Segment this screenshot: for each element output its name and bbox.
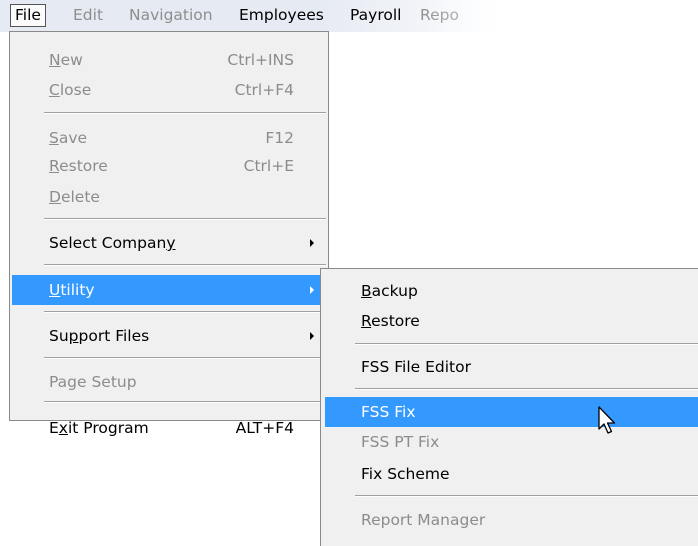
menubar-reports[interactable]: Repo xyxy=(420,5,459,26)
menu-item-report-manager: Report Manager xyxy=(361,511,486,529)
menu-item-delete: Delete xyxy=(49,188,100,206)
menu-separator xyxy=(355,495,698,497)
menu-item-page-setup: Page Setup xyxy=(49,373,137,391)
menu-separator xyxy=(44,311,326,313)
shortcut-save: F12 xyxy=(265,129,294,147)
menu-item-fss-pt-fix: FSS PT Fix xyxy=(361,433,440,451)
mouse-pointer-icon xyxy=(598,406,616,434)
file-menu: New Ctrl+INS Close Ctrl+F4 Save F12 Rest… xyxy=(9,31,329,437)
menu-separator xyxy=(44,264,326,266)
shortcut-restore: Ctrl+E xyxy=(243,157,294,175)
menubar-edit[interactable]: Edit xyxy=(73,5,103,26)
menu-separator xyxy=(44,357,326,359)
menu-item-fss-fix[interactable]: FSS Fix xyxy=(325,397,698,427)
menu-separator xyxy=(44,401,326,403)
menu-item-restore: Restore Ctrl+E xyxy=(12,151,326,181)
menubar-navigation[interactable]: Navigation xyxy=(129,5,213,26)
utility-submenu: Backup Restore FSS File Editor FSS Fix F… xyxy=(320,268,698,546)
menubar-file[interactable]: File xyxy=(10,4,46,27)
menu-item-backup[interactable]: Backup xyxy=(325,276,698,306)
menu-item-select-company[interactable]: Select Company xyxy=(12,228,326,258)
menu-item-fix-scheme[interactable]: Fix Scheme xyxy=(325,459,698,489)
shortcut-exit: ALT+F4 xyxy=(235,419,294,437)
menu-item-close: Close Ctrl+F4 xyxy=(12,75,326,105)
menu-separator xyxy=(355,388,698,390)
menu-item-exit-program[interactable]: Exit Program ALT+F4 xyxy=(12,413,326,443)
menu-item-utility-restore[interactable]: Restore xyxy=(325,306,698,336)
menu-item-fss-file-editor[interactable]: FSS File Editor xyxy=(325,352,698,382)
shortcut-close: Ctrl+F4 xyxy=(234,81,294,99)
menu-separator xyxy=(44,218,326,220)
menu-item-utility[interactable]: Utility xyxy=(12,275,326,305)
menu-item-support-files[interactable]: Support Files xyxy=(12,321,326,351)
submenu-arrow-icon xyxy=(310,332,314,340)
submenu-arrow-icon xyxy=(310,286,314,294)
submenu-arrow-icon xyxy=(310,239,314,247)
menubar-employees[interactable]: Employees xyxy=(239,5,324,26)
menu-separator xyxy=(44,112,326,114)
menu-item-save: Save F12 xyxy=(12,123,326,153)
shortcut-new: Ctrl+INS xyxy=(227,51,294,69)
menubar-payroll[interactable]: Payroll xyxy=(350,5,401,26)
menu-bar: File Edit Navigation Employees Payroll R… xyxy=(0,0,698,32)
menu-item-new: New Ctrl+INS xyxy=(12,45,326,75)
menu-separator xyxy=(355,343,698,345)
